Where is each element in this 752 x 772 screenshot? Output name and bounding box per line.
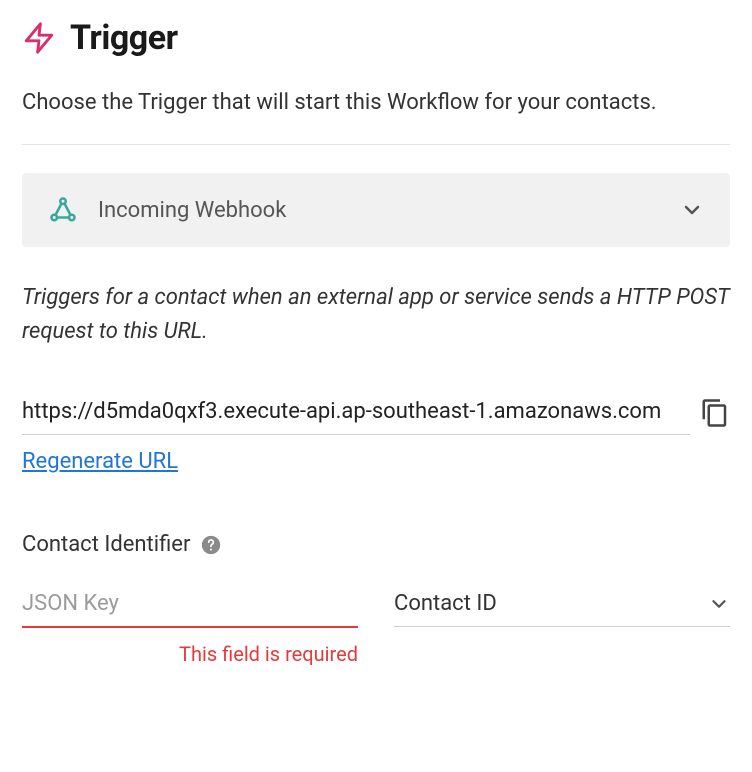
contact-id-dropdown-label: Contact ID — [394, 591, 497, 616]
trigger-selector-label: Incoming Webhook — [98, 198, 660, 223]
chevron-down-icon — [708, 593, 730, 615]
contact-identifier-label: Contact Identifier — [22, 532, 190, 557]
contact-identifier-label-row: Contact Identifier — [22, 532, 730, 557]
regenerate-url-link[interactable]: Regenerate URL — [22, 449, 178, 474]
validation-message: This field is required — [22, 642, 358, 666]
page-title: Trigger — [70, 18, 178, 58]
copy-icon[interactable] — [700, 398, 730, 428]
help-icon[interactable] — [200, 534, 222, 556]
contact-id-col: Contact ID — [394, 585, 730, 666]
json-key-col: This field is required — [22, 585, 358, 666]
webhook-url-input[interactable] — [22, 391, 690, 435]
contact-id-dropdown[interactable]: Contact ID — [394, 585, 730, 627]
json-key-input[interactable] — [22, 585, 358, 628]
trigger-selector[interactable]: Incoming Webhook — [22, 173, 730, 247]
trigger-description: Triggers for a contact when an external … — [22, 281, 730, 349]
lightning-icon — [22, 21, 56, 55]
webhook-icon — [48, 195, 78, 225]
header-row: Trigger — [22, 18, 730, 58]
chevron-down-icon — [680, 198, 704, 222]
identifier-fields-row: This field is required Contact ID — [22, 585, 730, 666]
url-row — [22, 391, 730, 435]
intro-text: Choose the Trigger that will start this … — [22, 86, 730, 145]
